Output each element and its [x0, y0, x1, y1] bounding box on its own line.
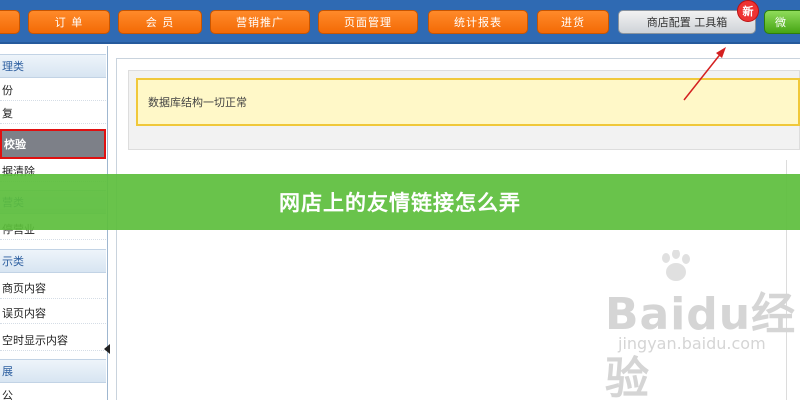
banner-title: 网店上的友情链接怎么弄 — [279, 191, 521, 215]
title-banner: 网店上的友情链接怎么弄 — [0, 174, 800, 230]
watermark-url: jingyan.baidu.com — [618, 334, 766, 353]
